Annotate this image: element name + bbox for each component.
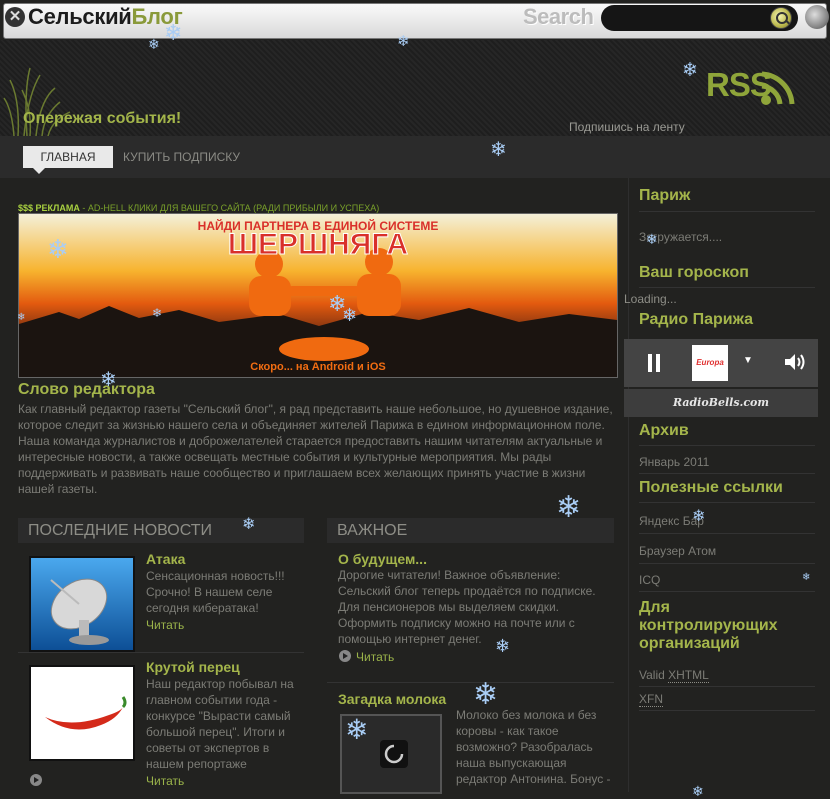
- news-text-attack: Сенсационная новость!!! Срочно! В нашем …: [146, 569, 285, 615]
- snowflake-icon: ❄: [164, 20, 183, 45]
- snowflake-icon: ❄: [242, 516, 256, 533]
- sidebar-title-radio: Радио Парижа: [639, 311, 754, 328]
- snowflake-icon: ❄: [148, 36, 160, 52]
- news-text-pepper: Наш редактор побывал на главном событии …: [146, 677, 294, 771]
- latest-news-heading: ПОСЛЕДНИЕ НОВОСТИ: [18, 518, 304, 543]
- sidebar-title-orgs: Для контролирующих организаций: [639, 599, 778, 652]
- snowflake-icon: ❄: [495, 636, 511, 656]
- news-image-pepper[interactable]: [29, 665, 135, 761]
- sidebar-title-links: Полезные ссылки: [639, 479, 783, 496]
- divider: [639, 533, 815, 534]
- divider: [639, 686, 815, 687]
- xfn-link[interactable]: XFN: [639, 692, 663, 707]
- divider: [639, 287, 815, 288]
- divider: [639, 445, 815, 446]
- news-title-milk[interactable]: Загадка молока: [338, 691, 446, 707]
- satellite-dish-icon: [31, 558, 133, 650]
- divider: [639, 591, 815, 592]
- ad-banner[interactable]: НАЙДИ ПАРТНЕРА В ЕДИНОЙ СИСТЕМЕ ШЕРШНЯГА…: [18, 213, 618, 378]
- ad-prefix: $$$ РЕКЛАМА: [18, 203, 80, 213]
- nav-item-buy-subscription[interactable]: КУПИТЬ ПОДПИСКУ: [123, 146, 240, 168]
- divider: [639, 473, 815, 474]
- snowflake-icon: ❄: [17, 312, 26, 323]
- snowflake-icon: ❄: [473, 678, 499, 711]
- sidebar-title-horoscope: Ваш гороскоп: [639, 264, 749, 281]
- search-input[interactable]: [601, 5, 798, 31]
- news-image-attack[interactable]: [29, 556, 135, 652]
- ad-label[interactable]: $$$ РЕКЛАМА - AD-HELL КЛИКИ ДЛЯ ВАШЕГО С…: [18, 203, 379, 213]
- pause-icon[interactable]: [648, 354, 660, 372]
- read-more-link[interactable]: Читать: [356, 650, 394, 664]
- snowflake-icon: ❄: [556, 491, 582, 524]
- link-icq[interactable]: ICQ: [639, 573, 660, 587]
- snowflake-icon: ❄: [47, 234, 69, 264]
- divider: [639, 502, 815, 503]
- search-label: Search: [523, 4, 594, 29]
- valid-xhtml-link[interactable]: Valid XHTML: [639, 668, 709, 683]
- divider: [639, 563, 815, 564]
- site-logo[interactable]: СельскийБлог: [28, 4, 183, 29]
- radio-footer-link[interactable]: RadioBells.com: [624, 389, 818, 417]
- read-more-link[interactable]: Читать: [146, 774, 184, 788]
- divider: [639, 211, 815, 212]
- banner-brand-text: ШЕРШНЯГА: [228, 228, 408, 261]
- news-title-future[interactable]: О будущем...: [338, 551, 427, 567]
- site-tagline: Опережая события!: [23, 110, 182, 127]
- nav-item-home[interactable]: ГЛАВНАЯ: [23, 146, 113, 174]
- logo-text-main: Сельский: [28, 4, 132, 29]
- snowflake-icon: ❄: [100, 369, 117, 391]
- valid-prefix: Valid: [639, 668, 669, 682]
- banner-bottom-text: Скоро... на Android и iOS: [250, 361, 386, 373]
- news-text-future: Дорогие читатели! Важное объявление: Сел…: [338, 568, 596, 646]
- snowflake-icon: ❄: [692, 783, 704, 799]
- xhtml-abbr: XHTML: [668, 668, 709, 683]
- search-button[interactable]: [770, 7, 792, 29]
- banner-image: НАЙДИ ПАРТНЕРА В ЕДИНОЙ СИСТЕМЕ ШЕРШНЯГА…: [19, 214, 617, 377]
- volume-icon[interactable]: [784, 352, 806, 372]
- news-title-attack[interactable]: Атака: [146, 551, 185, 567]
- sidebar-title-paris: Париж: [639, 187, 691, 204]
- divider: [327, 682, 614, 683]
- archive-item[interactable]: Январь 2011: [639, 455, 709, 469]
- snowflake-icon: ❄: [397, 33, 410, 50]
- snowflake-icon: ❄: [682, 60, 698, 81]
- subscribe-link[interactable]: Подпишись на ленту: [569, 120, 685, 134]
- snowflake-icon: ❄: [345, 714, 369, 745]
- divider: [18, 652, 304, 653]
- play-icon[interactable]: [30, 774, 42, 786]
- decorative-ball-icon: [805, 5, 829, 29]
- chevron-down-icon[interactable]: ▼: [743, 355, 753, 366]
- rss-icon[interactable]: [758, 68, 800, 110]
- snowflake-icon: ❄: [490, 139, 507, 161]
- radio-station-logo[interactable]: Europa Plus: [692, 345, 728, 403]
- link-atom-browser[interactable]: Браузер Атом: [639, 544, 716, 558]
- radio-player: Europa Plus ▼ RadioBells.com: [624, 339, 818, 417]
- editor-text: Как главный редактор газеты "Сельский бл…: [18, 402, 613, 496]
- news-title-pepper[interactable]: Крутой перец: [146, 659, 240, 675]
- play-icon[interactable]: [339, 650, 351, 662]
- snowflake-icon: ❄: [692, 508, 706, 525]
- read-more-link[interactable]: Читать: [146, 618, 184, 632]
- news-text-milk: Молоко без молока и без коровы - как так…: [456, 708, 611, 786]
- snowflake-icon: ❄: [342, 305, 358, 325]
- snowflake-icon: ❄: [802, 572, 811, 583]
- xfn-abbr: XFN: [639, 692, 663, 707]
- horoscope-loading: Loading...: [624, 292, 677, 306]
- sidebar-title-archive: Архив: [639, 422, 689, 439]
- logo-mark-icon: ✕: [5, 7, 25, 27]
- ad-text: - AD-HELL КЛИКИ ДЛЯ ВАШЕГО САЙТА (РАДИ П…: [79, 203, 380, 213]
- editor-title: Слово редактора: [18, 381, 155, 398]
- snowflake-icon: ❄: [152, 306, 163, 320]
- divider: [639, 710, 815, 711]
- chili-pepper-icon: [31, 667, 133, 759]
- snowflake-icon: ❄: [646, 231, 658, 247]
